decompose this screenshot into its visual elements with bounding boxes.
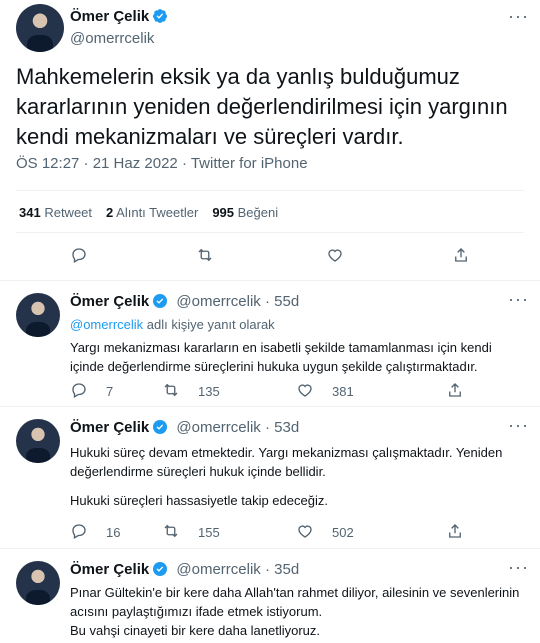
author-name[interactable]: Ömer Çelik xyxy=(70,8,149,25)
retweet-count: 155 xyxy=(198,525,220,540)
reply-tweet[interactable]: Ömer Çelik @omerrcelik · 55d ··· @omerrc… xyxy=(0,281,540,405)
avatar[interactable] xyxy=(16,419,60,463)
tweet-time[interactable]: 35d xyxy=(274,561,299,578)
quotes-stat[interactable]: 2 Alıntı Tweetler xyxy=(106,205,198,220)
more-options-icon[interactable]: ··· xyxy=(508,557,529,578)
author-handle[interactable]: @omerrcelik xyxy=(176,293,260,310)
separator: · xyxy=(264,419,275,436)
like-button[interactable]: 502 xyxy=(296,522,354,543)
author-handle[interactable]: @omerrcelik xyxy=(176,561,260,578)
reply-text-2: Bu vahşi cinayeti bir kere daha lanetliy… xyxy=(70,623,321,638)
more-options-icon[interactable]: ··· xyxy=(508,6,529,27)
author-info: Ömer Çelik @omerrcelik xyxy=(70,8,168,47)
more-options-icon[interactable]: ··· xyxy=(508,289,529,310)
author-handle[interactable]: @omerrcelik xyxy=(176,419,260,436)
reply-button[interactable]: 16 xyxy=(70,522,120,543)
like-count: 381 xyxy=(332,384,354,399)
author-handle[interactable]: @omerrcelik xyxy=(70,30,168,47)
tweet-meta[interactable]: ÖS 12:27 · 21 Haz 2022 · Twitter for iPh… xyxy=(16,155,308,172)
reply-text-2: Hukuki süreçleri hassasiyetle takip edec… xyxy=(70,493,328,508)
divider xyxy=(16,190,524,191)
retweet-icon[interactable] xyxy=(196,246,214,269)
share-icon[interactable] xyxy=(446,381,464,404)
more-options-icon[interactable]: ··· xyxy=(508,415,529,436)
separator: · xyxy=(264,293,275,310)
likes-stat[interactable]: 995 Beğeni xyxy=(212,205,278,220)
reply-icon[interactable] xyxy=(70,246,88,269)
retweet-button[interactable]: 155 xyxy=(162,522,220,543)
retweets-stat[interactable]: 341 Retweet xyxy=(19,205,92,220)
verified-badge-icon xyxy=(152,293,168,309)
share-icon[interactable] xyxy=(452,246,470,269)
reply-text: Yargı mekanizması kararların en isabetli… xyxy=(70,340,492,374)
avatar[interactable] xyxy=(16,293,60,337)
reply-icon xyxy=(70,381,88,402)
verified-badge-icon xyxy=(152,561,168,577)
reply-to-link[interactable]: @omerrcelik xyxy=(70,317,143,332)
author-name[interactable]: Ömer Çelik xyxy=(70,561,149,578)
verified-badge-icon xyxy=(152,8,168,24)
tweet-time[interactable]: 53d xyxy=(274,419,299,436)
verified-badge-icon xyxy=(152,419,168,435)
main-actions xyxy=(0,246,540,268)
retweet-button[interactable]: 135 xyxy=(162,381,220,402)
reply-tweet[interactable]: Ömer Çelik @omerrcelik · 35d ··· Pınar G… xyxy=(0,549,540,643)
like-icon[interactable] xyxy=(326,246,344,269)
share-icon[interactable] xyxy=(446,522,464,545)
avatar[interactable] xyxy=(16,4,64,52)
like-icon xyxy=(296,381,314,402)
reply-count: 16 xyxy=(106,525,121,540)
reply-count: 7 xyxy=(106,384,114,399)
reply-context: @omerrcelik adlı kişiye yanıt olarak xyxy=(70,317,275,332)
reply-icon xyxy=(70,522,88,543)
retweet-count: 135 xyxy=(198,384,220,399)
divider xyxy=(16,232,524,233)
like-count: 502 xyxy=(332,525,354,540)
reply-to-suffix: adlı kişiye yanıt olarak xyxy=(146,317,275,332)
separator: · xyxy=(264,561,275,578)
retweet-icon xyxy=(162,381,180,402)
author-name[interactable]: Ömer Çelik xyxy=(70,293,149,310)
reply-text: Hukuki süreç devam etmektedir. Yargı mek… xyxy=(70,445,503,479)
avatar[interactable] xyxy=(16,561,60,605)
tweet-time[interactable]: 55d xyxy=(274,293,299,310)
retweet-icon xyxy=(162,522,180,543)
like-button[interactable]: 381 xyxy=(296,381,354,402)
tweet-text: Mahkemelerin eksik ya da yanlış bulduğum… xyxy=(16,64,508,149)
like-icon xyxy=(296,522,314,543)
tweet-stats: 341 Retweet 2 Alıntı Tweetler 995 Beğeni xyxy=(19,205,278,220)
author-name[interactable]: Ömer Çelik xyxy=(70,419,149,436)
reply-tweet[interactable]: Ömer Çelik @omerrcelik · 53d ··· Hukuki … xyxy=(0,407,540,547)
reply-button[interactable]: 7 xyxy=(70,381,113,402)
reply-text: Pınar Gültekin'e bir kere daha Allah'tan… xyxy=(70,585,520,619)
